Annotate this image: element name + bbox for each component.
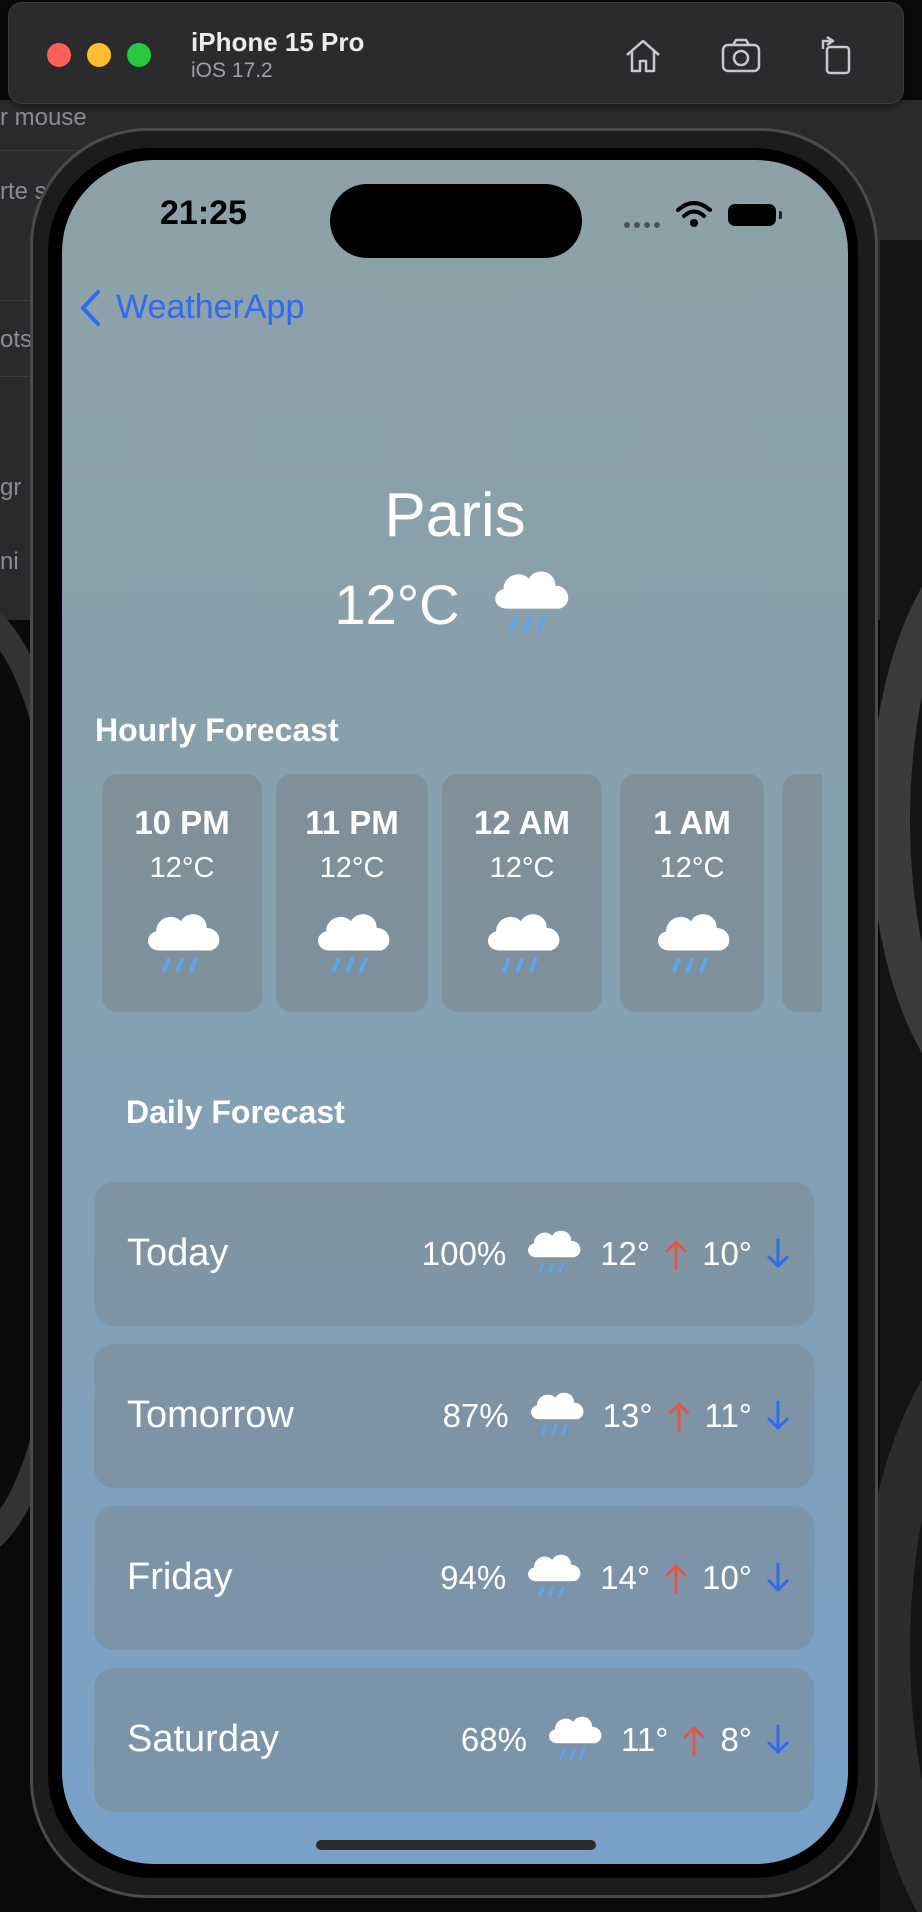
daily-row: Tomorrow 87% 13° 11° bbox=[94, 1344, 814, 1488]
cloud-rain-icon bbox=[307, 901, 397, 991]
hourly-card-partial bbox=[782, 774, 822, 1012]
cloud-rain-icon bbox=[541, 1707, 607, 1773]
arrow-down-icon bbox=[766, 1561, 790, 1595]
low-temperature: 8° bbox=[720, 1721, 752, 1758]
home-indicator[interactable] bbox=[316, 1840, 596, 1850]
chevron-left-icon bbox=[81, 289, 100, 326]
precipitation-chance: 87% bbox=[442, 1397, 509, 1434]
low-temperature: 10° bbox=[702, 1235, 752, 1272]
cloud-rain-icon bbox=[484, 558, 576, 650]
hour-temperature: 12°C bbox=[659, 852, 725, 884]
cloud-rain-icon bbox=[137, 901, 227, 991]
minimize-window-button[interactable] bbox=[87, 43, 111, 67]
daily-row: Saturday 68% 11° 8° bbox=[94, 1668, 814, 1812]
battery-icon bbox=[728, 204, 782, 226]
hourly-card: 11 PM 12°C bbox=[276, 774, 428, 1012]
low-temperature: 11° bbox=[704, 1397, 752, 1434]
rotate-icon[interactable] bbox=[813, 31, 861, 79]
hourly-card: 12 AM 12°C bbox=[442, 774, 602, 1012]
background-text: r mouse bbox=[0, 104, 87, 131]
high-temperature: 12° bbox=[600, 1235, 651, 1272]
low-temperature: 10° bbox=[702, 1559, 752, 1596]
hourly-card: 1 AM 12°C bbox=[620, 774, 764, 1012]
day-label: Today bbox=[127, 1232, 229, 1274]
current-weather: 12°C bbox=[62, 558, 848, 650]
arrow-up-icon bbox=[682, 1723, 706, 1757]
precipitation-chance: 94% bbox=[440, 1559, 507, 1596]
cloud-rain-icon bbox=[647, 901, 737, 991]
hourly-card: 10 PM 12°C bbox=[102, 774, 262, 1012]
hour-temperature: 12°C bbox=[319, 852, 385, 884]
close-window-button[interactable] bbox=[47, 43, 71, 67]
back-button[interactable]: WeatherApp bbox=[78, 288, 304, 327]
hour-label: 11 PM bbox=[305, 804, 399, 841]
status-time: 21:25 bbox=[160, 194, 247, 232]
precipitation-chance: 68% bbox=[460, 1721, 527, 1758]
day-label: Saturday bbox=[127, 1718, 280, 1760]
daily-row: Today 100% 12° 10° bbox=[94, 1182, 814, 1326]
hourly-forecast-title: Hourly Forecast bbox=[95, 712, 339, 748]
high-temperature: 14° bbox=[600, 1559, 651, 1596]
precipitation-chance: 100% bbox=[421, 1235, 507, 1272]
app-screen: 21:25 WeatherApp Paris 12°C Hourly Forec… bbox=[62, 160, 848, 1864]
hour-temperature: 12°C bbox=[149, 852, 215, 884]
hour-label: 12 AM bbox=[474, 804, 570, 841]
daily-forecast-title: Daily Forecast bbox=[126, 1094, 345, 1130]
arrow-up-icon bbox=[664, 1561, 688, 1595]
zoom-window-button[interactable] bbox=[127, 43, 151, 67]
cloud-rain-icon bbox=[523, 1383, 589, 1449]
dynamic-island bbox=[330, 184, 582, 258]
background-text: ots bbox=[0, 326, 33, 353]
cloud-rain-icon bbox=[477, 901, 567, 991]
device-name: iPhone 15 Pro bbox=[191, 27, 365, 57]
city-name: Paris bbox=[384, 481, 526, 550]
home-icon[interactable] bbox=[619, 31, 667, 79]
daily-row: Friday 94% 14° 10° bbox=[94, 1506, 814, 1650]
hour-temperature: 12°C bbox=[489, 852, 555, 884]
arrow-down-icon bbox=[766, 1237, 790, 1271]
background-text: gr bbox=[0, 474, 22, 501]
high-temperature: 13° bbox=[602, 1397, 653, 1434]
cloud-rain-icon bbox=[520, 1545, 586, 1611]
current-temperature: 12°C bbox=[334, 572, 460, 636]
arrow-down-icon bbox=[766, 1399, 790, 1433]
arrow-up-icon bbox=[667, 1399, 691, 1433]
wifi-icon bbox=[676, 201, 712, 227]
high-temperature: 11° bbox=[620, 1721, 669, 1758]
day-label: Tomorrow bbox=[127, 1394, 294, 1436]
arrow-up-icon bbox=[664, 1237, 688, 1271]
day-label: Friday bbox=[127, 1556, 233, 1598]
device-os-version: iOS 17.2 bbox=[191, 59, 273, 82]
hour-label: 10 PM bbox=[134, 804, 230, 841]
background-text: ni bbox=[0, 548, 19, 575]
back-label: WeatherApp bbox=[116, 288, 305, 326]
hourly-forecast-scroll[interactable]: 10 PM 12°C 11 PM 12°C 12 AM 12°C 1 AM 12… bbox=[102, 774, 822, 1014]
cloud-rain-icon bbox=[520, 1221, 586, 1287]
cellular-icon bbox=[624, 222, 660, 228]
arrow-down-icon bbox=[766, 1723, 790, 1757]
screenshot-icon[interactable] bbox=[717, 31, 765, 79]
hour-label: 1 AM bbox=[653, 804, 731, 841]
simulator-toolbar: iPhone 15 Pro iOS 17.2 bbox=[8, 2, 904, 104]
